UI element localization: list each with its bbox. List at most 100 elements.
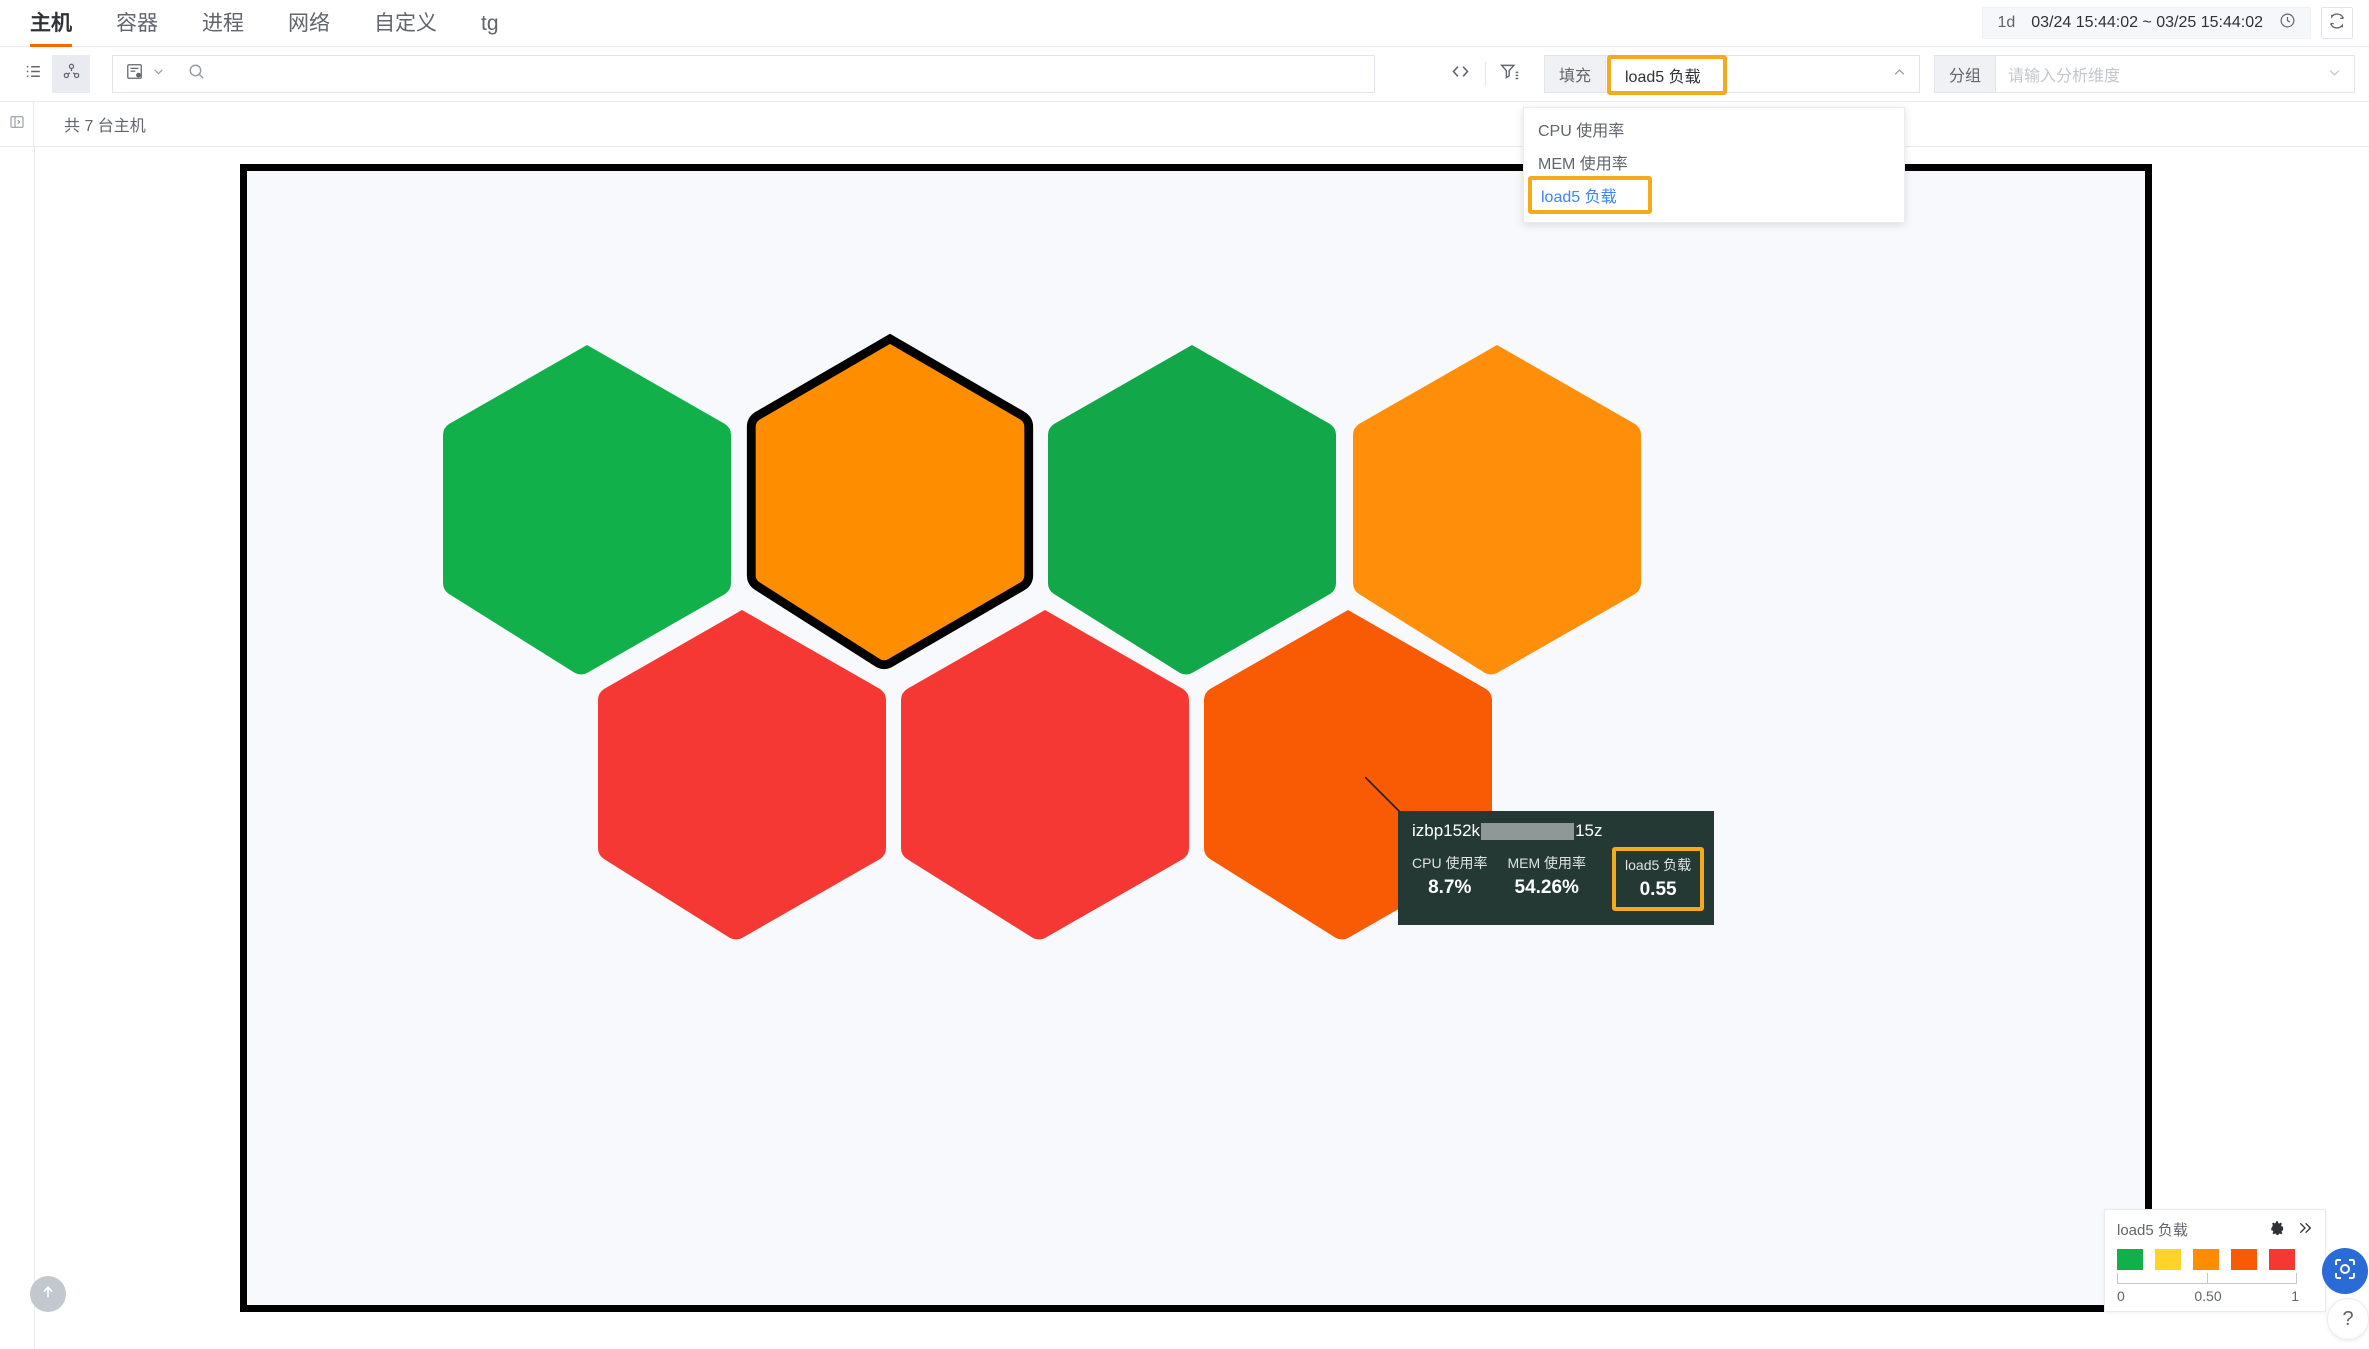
chevron-down-icon — [2327, 65, 2342, 83]
legend-swatch — [2117, 1249, 2143, 1270]
double-chevron-right-icon[interactable] — [2297, 1220, 2313, 1240]
dropdown-option-label: MEM 使用率 — [1538, 155, 1628, 173]
sub-header: 共 7 台主机 — [0, 101, 2369, 147]
dropdown-option-mem[interactable]: MEM 使用率 — [1524, 145, 1904, 178]
nav-tab-label: 进程 — [202, 11, 244, 35]
tooltip-metric-load5: load5 负载 0.55 — [1612, 847, 1705, 911]
filter-icon — [1499, 61, 1520, 87]
nav-tabs: 主机 容器 进程 网络 自定义 tg — [0, 0, 521, 47]
panel-expand-icon — [9, 114, 25, 135]
scroll-to-top-button[interactable] — [30, 1276, 66, 1312]
legend-scale-bar — [2117, 1273, 2297, 1284]
legend-swatch — [2269, 1249, 2295, 1270]
tooltip-metric-cpu: CPU 使用率 8.7% — [1412, 853, 1487, 899]
tooltip-metric-value: 0.55 — [1639, 879, 1677, 900]
help-label: ? — [2342, 1307, 2354, 1330]
top-navigation-bar: 主机 容器 进程 网络 自定义 tg 1d 03/24 15:44:02 ~ 0… — [0, 0, 2369, 47]
side-panel-toggle-button[interactable] — [0, 101, 34, 147]
focus-mode-button[interactable] — [2322, 1248, 2368, 1294]
saved-view-icon — [125, 62, 144, 86]
nav-tab-network[interactable]: 网络 — [266, 0, 352, 47]
nav-right-controls: 1d 03/24 15:44:02 ~ 03/25 15:44:02 — [1982, 7, 2369, 39]
chevron-down-icon — [152, 65, 165, 83]
nav-tab-custom[interactable]: 自定义 — [352, 0, 459, 47]
time-range-selector[interactable]: 1d 03/24 15:44:02 ~ 03/25 15:44:02 — [1982, 7, 2311, 39]
gear-icon[interactable] — [2270, 1220, 2285, 1239]
list-view-button[interactable] — [14, 55, 52, 93]
nav-tab-containers[interactable]: 容器 — [94, 0, 180, 47]
tooltip-host-prefix: izbp152k — [1412, 821, 1481, 840]
legend-panel: load5 负载 0 0.50 1 — [2104, 1209, 2326, 1312]
legend-swatch — [2155, 1249, 2181, 1270]
tooltip-host-redacted — [1481, 822, 1575, 840]
tooltip-metric-mem: MEM 使用率 54.26% — [1507, 853, 1586, 899]
nav-tab-label: tg — [481, 11, 499, 35]
legend-title: load5 负载 — [2117, 1222, 2188, 1239]
search-input[interactable] — [216, 65, 1362, 83]
group-label: 分组 — [1933, 55, 1995, 93]
tooltip-metrics: CPU 使用率 8.7% MEM 使用率 54.26% load5 负载 0.5… — [1398, 847, 1714, 925]
host-hex-2[interactable] — [740, 331, 1040, 671]
legend-swatch — [2231, 1249, 2257, 1270]
dropdown-option-cpu[interactable]: CPU 使用率 — [1524, 112, 1904, 145]
tooltip-metric-value: 8.7% — [1428, 877, 1472, 898]
nav-tab-label: 网络 — [288, 11, 330, 35]
time-range-label: 03/24 15:44:02 ~ 03/25 15:44:02 — [2031, 14, 2263, 31]
legend-scale-labels: 0 0.50 1 — [2117, 1288, 2299, 1304]
fill-metric-value[interactable]: load5 负载 — [1606, 55, 1727, 95]
tooltip-metric-value: 54.26% — [1514, 877, 1579, 898]
legend-swatches — [2117, 1249, 2313, 1270]
filter-button[interactable] — [1490, 55, 1530, 93]
code-icon — [1450, 61, 1471, 87]
saved-view-dropdown[interactable] — [112, 55, 175, 93]
view-mode-switcher — [14, 55, 90, 93]
canvas-focus-frame: izbp152k 15z CPU 使用率 8.7% MEM 使用率 54.26%… — [240, 164, 2152, 1312]
host-count-label: 共 7 台主机 — [64, 118, 146, 135]
nav-tab-label: 容器 — [116, 11, 158, 35]
tooltip-host-suffix: 15z — [1575, 821, 1603, 840]
nav-tab-tg[interactable]: tg — [459, 0, 521, 47]
focus-scan-icon — [2333, 1257, 2357, 1286]
toolbar-right: 填充 load5 负载 分组 请输入分析维度 — [1441, 55, 2369, 95]
group-dimension-select[interactable]: 请输入分析维度 — [1995, 55, 2355, 93]
refresh-icon — [2328, 12, 2346, 35]
nav-tab-processes[interactable]: 进程 — [180, 0, 266, 47]
code-view-button[interactable] — [1441, 55, 1481, 93]
arrow-up-icon — [39, 1283, 57, 1306]
search-field-wrapper[interactable] — [175, 55, 1375, 93]
toolbar-divider — [1484, 62, 1486, 86]
legend-scale-mid: 0.50 — [2194, 1288, 2222, 1304]
refresh-button[interactable] — [2321, 7, 2353, 39]
help-button[interactable]: ? — [2327, 1298, 2369, 1340]
nav-tab-label: 主机 — [30, 11, 72, 35]
chevron-up-icon — [1892, 65, 1907, 83]
search-icon — [187, 62, 206, 86]
main-toolbar: 填充 load5 负载 分组 请输入分析维度 — [0, 47, 2369, 102]
nav-tab-hosts[interactable]: 主机 — [8, 0, 94, 47]
list-view-icon — [24, 62, 43, 86]
group-dimension-group: 分组 请输入分析维度 — [1933, 55, 2355, 93]
fill-metric-dropdown-menu[interactable]: CPU 使用率 MEM 使用率 load5 负载 — [1523, 107, 1905, 223]
fill-label: 填充 — [1543, 55, 1605, 93]
legend-scale-min: 0 — [2117, 1288, 2125, 1304]
legend-scale-max: 1 — [2291, 1288, 2299, 1304]
topology-canvas[interactable]: izbp152k 15z CPU 使用率 8.7% MEM 使用率 54.26%… — [0, 147, 2369, 1349]
topology-view-button[interactable] — [52, 55, 90, 93]
fill-metric-select[interactable]: load5 负载 — [1604, 55, 1920, 95]
search-group — [112, 55, 1375, 93]
topology-view-icon — [62, 62, 81, 86]
dropdown-option-label: load5 负载 — [1528, 176, 1652, 214]
legend-actions — [2270, 1220, 2313, 1240]
dropdown-option-load5[interactable]: load5 负载 — [1524, 176, 1904, 218]
clock-icon — [2279, 12, 2296, 34]
nav-tab-label: 自定义 — [374, 11, 437, 35]
tooltip-metric-key: CPU 使用率 — [1412, 855, 1488, 871]
tooltip-host-name: izbp152k 15z — [1398, 811, 1714, 849]
dropdown-option-label: CPU 使用率 — [1538, 122, 1625, 140]
hexagon-grid — [247, 171, 2145, 1305]
tooltip-metric-key: load5 负载 — [1625, 857, 1692, 873]
legend-swatch — [2193, 1249, 2219, 1270]
tooltip-metric-key: MEM 使用率 — [1507, 855, 1587, 871]
group-dimension-placeholder: 请输入分析维度 — [2008, 68, 2121, 85]
fill-metric-group: 填充 load5 负载 — [1543, 55, 1920, 95]
